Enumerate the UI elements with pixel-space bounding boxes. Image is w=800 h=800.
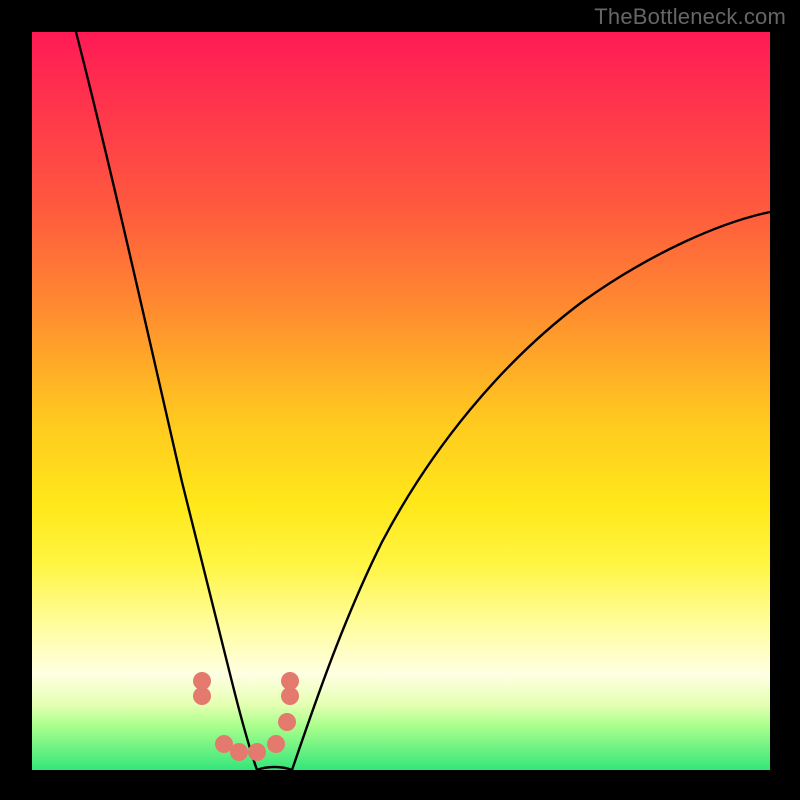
curve-valley bbox=[257, 767, 292, 770]
data-marker bbox=[267, 735, 285, 753]
data-marker bbox=[281, 672, 299, 690]
data-marker bbox=[193, 687, 211, 705]
data-marker bbox=[278, 713, 296, 731]
data-marker bbox=[248, 743, 266, 761]
chart-frame: TheBottleneck.com bbox=[0, 0, 800, 800]
curve-right bbox=[292, 212, 770, 770]
watermark-text: TheBottleneck.com bbox=[594, 4, 786, 30]
curve-layer bbox=[32, 32, 770, 770]
data-marker bbox=[230, 743, 248, 761]
plot-area bbox=[32, 32, 770, 770]
curve-left bbox=[76, 32, 257, 770]
